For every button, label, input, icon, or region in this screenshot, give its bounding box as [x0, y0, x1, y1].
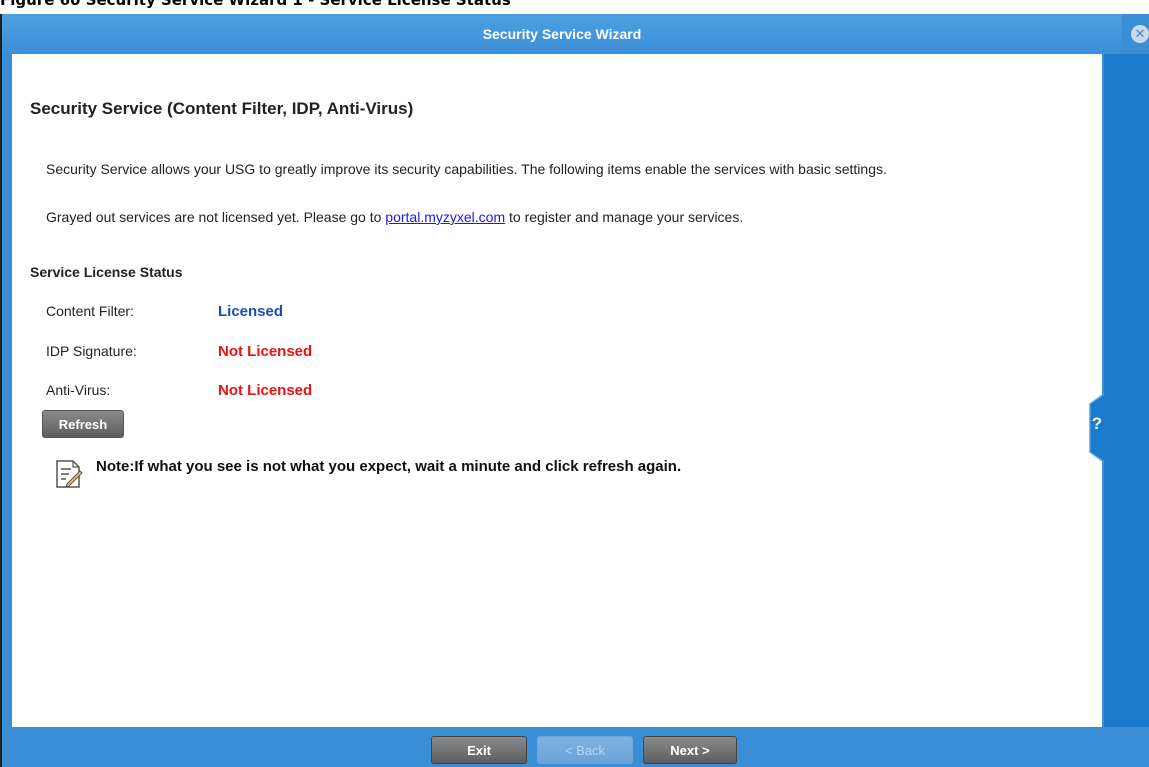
license-status: Licensed [218, 303, 284, 320]
service-label: IDP Signature: [46, 343, 137, 359]
intro-text: Security Service allows your USG to grea… [46, 161, 887, 177]
refresh-note: Note:If what you see is not what you exp… [96, 458, 682, 475]
help-question-glyph: ? [1091, 414, 1103, 433]
service-row-idp-signature: IDP Signature: Not Licensed [46, 343, 312, 360]
window-left-border [0, 14, 2, 767]
note-pencil-icon [56, 460, 83, 488]
license-instructions: Grayed out services are not licensed yet… [46, 209, 743, 226]
wizard-window: Security Service Wizard ✕ Security Servi… [0, 14, 1149, 767]
figure-caption: Figure 60 Security Service Wizard 1 - Se… [0, 0, 511, 9]
exit-button[interactable]: Exit [431, 736, 527, 764]
wizard-title-bar: Security Service Wizard [2, 14, 1122, 54]
page-title: Security Service (Content Filter, IDP, A… [30, 99, 414, 118]
service-row-content-filter: Content Filter: Licensed [46, 303, 283, 320]
service-label: Anti-Virus: [46, 382, 111, 398]
refresh-button[interactable]: Refresh [42, 410, 124, 438]
back-button[interactable]: < Back [537, 736, 633, 764]
wizard-title: Security Service Wizard [482, 26, 642, 42]
wizard-footer: Exit < Back Next > [2, 727, 1149, 767]
license-status: Not Licensed [218, 382, 313, 399]
portal-link[interactable]: portal.myzyxel.com [385, 209, 505, 225]
license-instructions-suffix: to register and manage your services. [505, 209, 744, 225]
close-icon[interactable]: ✕ [1131, 25, 1149, 43]
next-button[interactable]: Next > [643, 736, 737, 764]
service-row-anti-virus: Anti-Virus: Not Licensed [46, 382, 312, 399]
section-title-license-status: Service License Status [30, 264, 183, 280]
service-label: Content Filter: [46, 303, 134, 319]
license-instructions-prefix: Grayed out services are not licensed yet… [46, 209, 386, 225]
wizard-content: Security Service (Content Filter, IDP, A… [12, 54, 1102, 727]
license-status: Not Licensed [218, 343, 313, 360]
